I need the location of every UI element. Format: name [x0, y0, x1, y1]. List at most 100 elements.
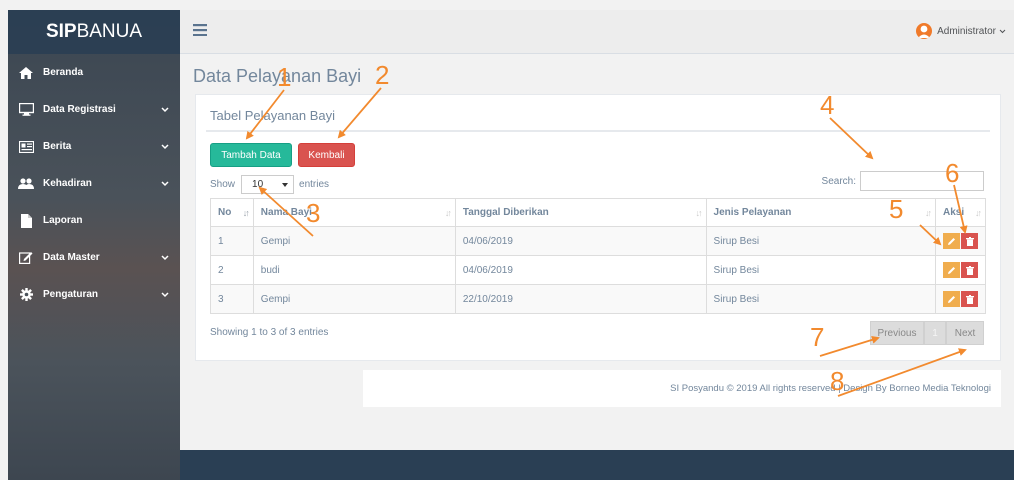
- page-1-button[interactable]: 1: [924, 321, 946, 345]
- panel-title: Tabel Pelayanan Bayi: [210, 108, 336, 123]
- sort-icon: ↓↑: [975, 208, 982, 218]
- sort-icon: ↓↑: [444, 208, 452, 218]
- trash-icon: [965, 236, 974, 246]
- chevron-down-icon: [160, 291, 170, 298]
- cell-jenis: Sirup Besi: [705, 255, 937, 285]
- sidebar: SIP BANUA Beranda Data Registrasi Berita …: [8, 10, 180, 480]
- page-length-control: Show 10 entries: [210, 175, 329, 194]
- monitor-icon: [18, 103, 34, 117]
- sidebar-item-label: Beranda: [43, 67, 84, 78]
- panel-divider: [206, 130, 990, 132]
- data-table: No ↓↑ Nama Bayi ↓↑ Tanggal Diberikan ↓↑ Jen…: [210, 198, 986, 314]
- annotation-5: 5: [889, 194, 904, 224]
- sidebar-item-berita[interactable]: Berita: [8, 128, 180, 165]
- column-header-tanggal[interactable]: Tanggal Diberikan ↓↑: [454, 198, 707, 227]
- annotation-3: 3: [306, 198, 321, 228]
- table-row: 1 Gempi 04/06/2019 Sirup Besi: [210, 226, 986, 256]
- sidebar-item-data-master[interactable]: Data Master: [8, 239, 180, 276]
- previous-button[interactable]: Previous: [870, 321, 924, 345]
- annotation-8: 8: [830, 366, 845, 396]
- newspaper-icon: [18, 140, 34, 154]
- sort-icon: ↓↑: [695, 208, 703, 218]
- edit-icon: [18, 251, 34, 265]
- chevron-down-icon: [160, 106, 170, 113]
- cell-nama-bayi: budi: [252, 255, 456, 285]
- edit-button[interactable]: [943, 262, 960, 278]
- column-header-aksi[interactable]: Aksi ↓↑: [935, 198, 986, 227]
- brand-logo[interactable]: SIP BANUA: [8, 10, 180, 54]
- table-row: 3 Gempi 22/10/2019 Sirup Besi: [210, 284, 986, 314]
- column-header-label: Tanggal Diberikan: [462, 207, 549, 218]
- delete-button[interactable]: [961, 291, 978, 307]
- caret-down-icon: [282, 179, 289, 190]
- hamburger-icon[interactable]: [193, 24, 207, 37]
- sidebar-item-laporan[interactable]: Laporan: [8, 202, 180, 239]
- cell-aksi: [935, 284, 986, 314]
- annotation-6: 6: [945, 158, 960, 188]
- avatar: [916, 23, 933, 39]
- next-button[interactable]: Next: [946, 321, 984, 345]
- gear-icon: [18, 288, 34, 302]
- cell-tanggal: 04/06/2019: [454, 255, 707, 285]
- pagination: Previous 1 Next: [870, 321, 984, 345]
- chevron-down-icon: [999, 26, 1006, 37]
- cell-tanggal: 22/10/2019: [454, 284, 707, 314]
- chevron-down-icon: [160, 254, 170, 261]
- table-row: 2 budi 04/06/2019 Sirup Besi: [210, 255, 986, 285]
- table-header-row: No ↓↑ Nama Bayi ↓↑ Tanggal Diberikan ↓↑ Jen…: [210, 198, 986, 227]
- column-header-label: No: [218, 207, 232, 218]
- column-header-label: Jenis Pelayanan: [713, 207, 792, 218]
- chevron-down-icon: [160, 143, 170, 150]
- pencil-icon: [948, 295, 955, 303]
- brand-rest: BANUA: [76, 21, 143, 42]
- sidebar-item-label: Data Master: [43, 252, 100, 263]
- delete-button[interactable]: [961, 262, 978, 278]
- kembali-button[interactable]: Kembali: [298, 143, 355, 167]
- sort-icon: ↓↑: [242, 208, 250, 218]
- sidebar-item-pengaturan[interactable]: Pengaturan: [8, 276, 180, 313]
- trash-icon: [965, 265, 974, 275]
- sidebar-item-beranda[interactable]: Beranda: [8, 54, 180, 91]
- column-header-label: Nama Bayi: [260, 207, 312, 218]
- sidebar-item-label: Laporan: [43, 215, 83, 226]
- annotation-1: 1: [277, 62, 292, 92]
- cell-nama-bayi: Gempi: [252, 226, 456, 256]
- tambah-data-button[interactable]: Tambah Data: [210, 143, 292, 167]
- page-length-value: 10: [252, 179, 264, 190]
- show-label: Show: [210, 179, 236, 190]
- column-header-nama-bayi[interactable]: Nama Bayi ↓↑: [252, 198, 456, 227]
- file-icon: [18, 213, 34, 228]
- page-length-select[interactable]: 10: [241, 175, 295, 194]
- cell-aksi: [935, 226, 986, 256]
- column-header-no[interactable]: No ↓↑: [210, 198, 254, 227]
- pencil-icon: [948, 266, 955, 274]
- edit-button[interactable]: [943, 291, 960, 307]
- search-input[interactable]: [860, 171, 984, 191]
- cell-no: 3: [210, 284, 254, 314]
- pencil-icon: [948, 237, 955, 245]
- cell-no: 2: [210, 255, 254, 285]
- cell-no: 1: [210, 226, 254, 256]
- sidebar-item-label: Data Registrasi: [43, 104, 116, 115]
- delete-button[interactable]: [961, 233, 978, 249]
- home-icon: [18, 66, 34, 80]
- bottom-bar: [180, 450, 1014, 480]
- brand-bold: SIP: [45, 21, 77, 42]
- user-name: Administrator: [937, 25, 996, 37]
- annotation-2: 2: [375, 60, 390, 90]
- trash-icon: [965, 294, 974, 304]
- footer: SI Posyandu © 2019 All rights reserved |…: [363, 370, 1001, 407]
- sidebar-item-data-registrasi[interactable]: Data Registrasi: [8, 91, 180, 128]
- annotation-4: 4: [820, 90, 835, 120]
- sidebar-item-label: Berita: [43, 141, 72, 152]
- table-info: Showing 1 to 3 of 3 entries: [210, 327, 329, 338]
- sort-icon: ↓↑: [925, 208, 932, 218]
- annotation-7: 7: [810, 322, 825, 352]
- sidebar-item-kehadiran[interactable]: Kehadiran: [8, 165, 180, 202]
- chevron-down-icon: [160, 180, 170, 187]
- edit-button[interactable]: [943, 233, 960, 249]
- user-menu[interactable]: Administrator: [916, 23, 1006, 39]
- cell-jenis: Sirup Besi: [705, 226, 937, 256]
- entries-label: entries: [299, 179, 330, 190]
- cell-jenis: Sirup Besi: [705, 284, 937, 314]
